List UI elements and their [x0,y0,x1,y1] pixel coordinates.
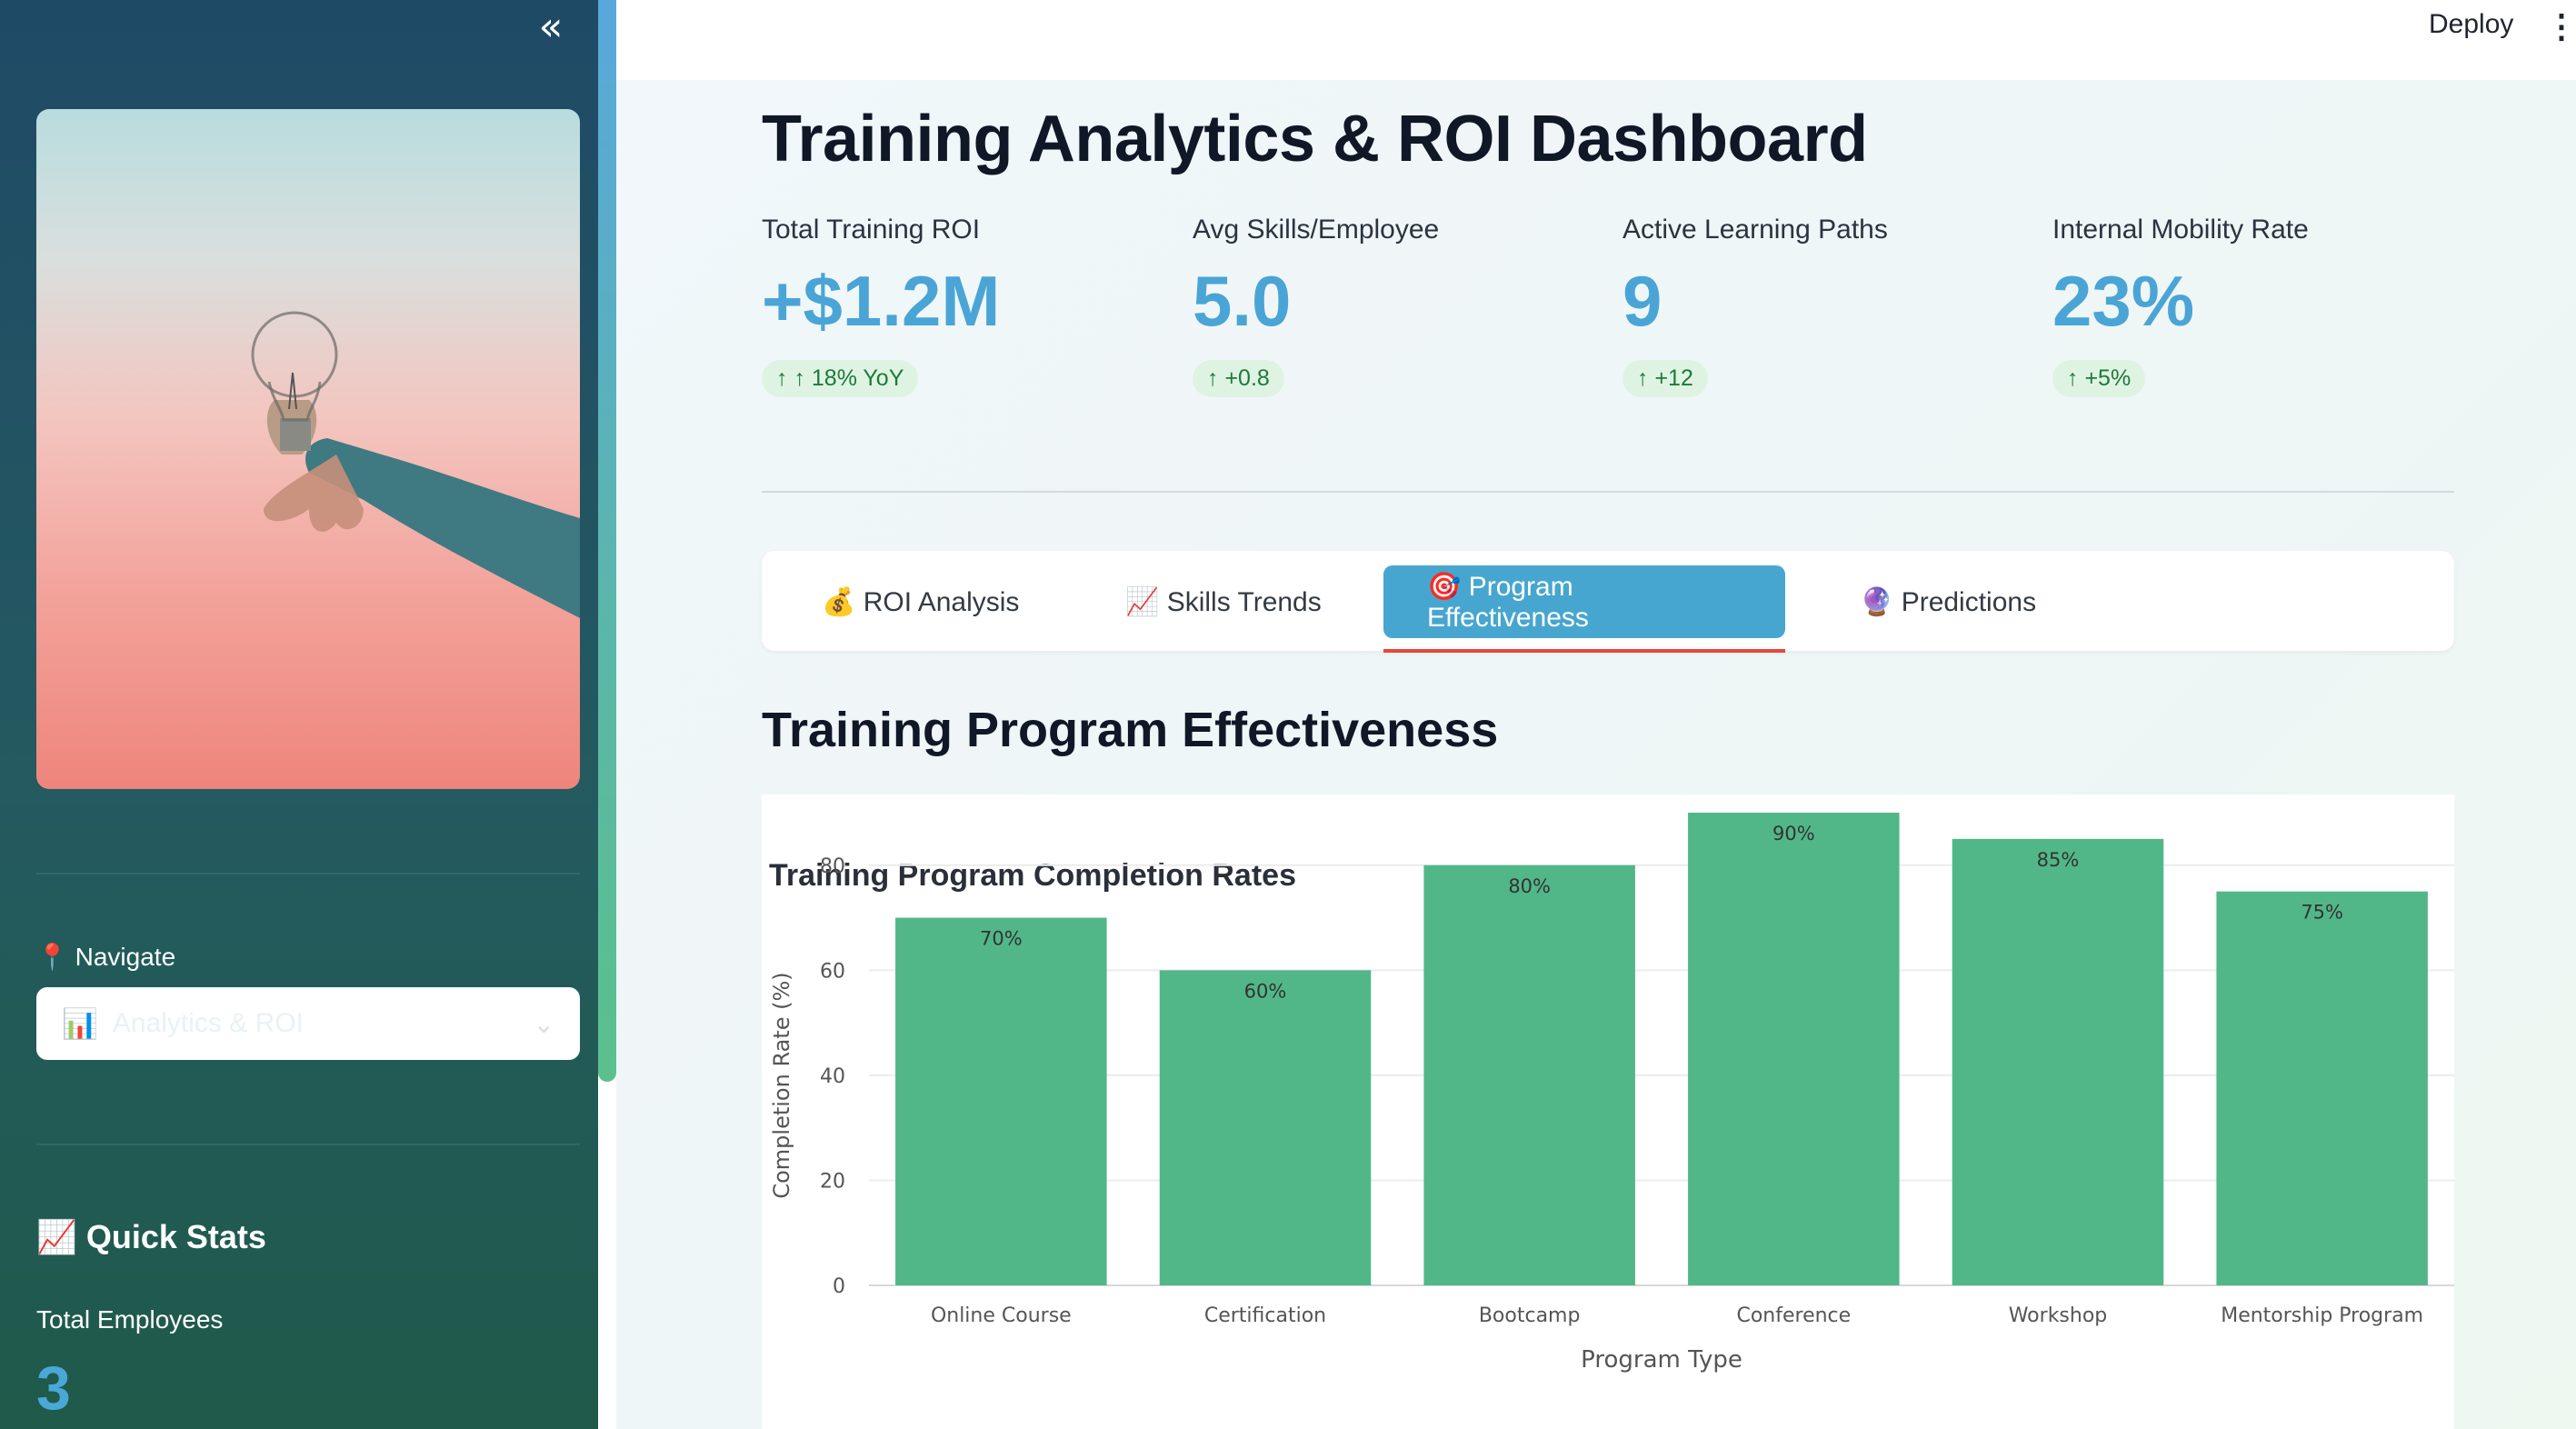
bar [2216,891,2428,1285]
total-employees-label: Total Employees [36,1305,224,1334]
more-menu-icon[interactable]: ⋮ [2545,7,2576,45]
collapse-sidebar-icon[interactable]: « [527,7,574,47]
metric-delta: ↑ +12 [1622,360,1708,397]
metric-label: Internal Mobility Rate [2052,215,2309,245]
metric-value: +$1.2M [762,261,1001,341]
chart-title: Training Program Completion Rates [769,858,1296,893]
total-employees-value: 3 [36,1354,71,1423]
bar-data-label: 60% [1244,980,1287,1002]
sidebar-scrollbar[interactable] [598,0,616,1082]
sidebar-divider [36,1144,580,1145]
sidebar: « 📍 Navigate 📊 Analytics & ROI ⌄ 📈 Quick… [0,0,598,1429]
metric-label: Avg Skills/Employee [1193,215,1440,245]
bar-data-label: 80% [1508,875,1551,897]
bar [1159,970,1372,1285]
x-tick-label: Mentorship Program [2221,1304,2423,1327]
metric-value: 9 [1622,261,1662,341]
metric-delta: ↑ ↑ 18% YoY [762,360,919,397]
bar [1688,813,1900,1285]
metric-active-learning-paths: Active Learning Paths 9 ↑ +12 [1622,215,2004,397]
y-tick-label: 0 [833,1275,845,1298]
y-axis-label: Completion Rate (%) [769,972,794,1198]
x-tick-label: Workshop [2009,1304,2108,1327]
y-tick-label: 60 [820,960,845,983]
x-tick-label: Online Course [931,1304,1072,1327]
y-tick-label: 40 [820,1065,845,1088]
tab-predictions[interactable]: 🔮 Predictions [1816,565,2080,638]
metric-avg-skills: Avg Skills/Employee 5.0 ↑ +0.8 [1193,215,1574,397]
bar-data-label: 75% [2301,902,2343,924]
bar [1952,838,2164,1285]
chevron-down-icon: ⌄ [533,1009,554,1038]
y-tick-label: 20 [820,1170,845,1193]
x-tick-label: Conference [1736,1304,1851,1327]
sidebar-divider [36,873,580,874]
top-bar [616,0,2576,80]
navigate-label: 📍 Navigate [36,943,176,971]
x-axis-label: Program Type [1581,1346,1742,1374]
lightbulb-hero-image [36,109,580,789]
bar-data-label: 70% [980,928,1023,950]
tab-roi-analysis[interactable]: 💰 ROI Analysis [778,565,1063,638]
bar-data-label: 85% [2037,849,2080,871]
metric-internal-mobility: Internal Mobility Rate 23% ↑ +5% [2052,215,2434,397]
tab-skills-trends[interactable]: 📈 Skills Trends [1082,565,1365,638]
tab-program-effectiveness[interactable]: 🎯 Program Effectiveness [1383,565,1785,638]
deploy-button[interactable]: Deploy [2429,9,2513,40]
metric-delta: ↑ +0.8 [1193,360,1284,397]
completion-rates-chart-card: Training Program Completion Rates 0 20 40 60… [762,794,2454,1429]
chart-icon: 📊 [62,1007,98,1040]
bar-data-label: 90% [1772,823,1815,844]
x-tick-label: Bootcamp [1479,1304,1581,1327]
bar [1423,864,1635,1285]
metric-value: 23% [2052,261,2195,341]
tab-bar: 💰 ROI Analysis 📈 Skills Trends 🎯 Program… [762,551,2454,651]
metric-label: Total Training ROI [762,215,981,245]
active-tab-indicator [1383,649,1785,653]
navigation-select[interactable]: 📊 Analytics & ROI ⌄ [36,987,580,1060]
section-title: Training Program Effectiveness [762,703,1499,757]
x-tick-label: Certification [1204,1304,1326,1327]
metric-label: Active Learning Paths [1622,215,1888,245]
bar [895,917,1107,1285]
metric-value: 5.0 [1193,261,1292,341]
quick-stats-title: 📈 Quick Stats [36,1218,266,1255]
navigation-select-value: Analytics & ROI [112,1008,304,1038]
completion-rates-chart: Training Program Completion Rates 0 20 40 60… [769,813,2454,1374]
y-tick-label: 80 [820,855,845,878]
metric-total-training-roi: Total Training ROI +$1.2M ↑ ↑ 18% YoY [762,215,1143,397]
section-divider [762,491,2454,493]
metric-delta: ↑ +5% [2052,360,2146,397]
lightbulb-hand-illustration [251,311,580,618]
page-title: Training Analytics & ROI Dashboard [762,103,1868,175]
